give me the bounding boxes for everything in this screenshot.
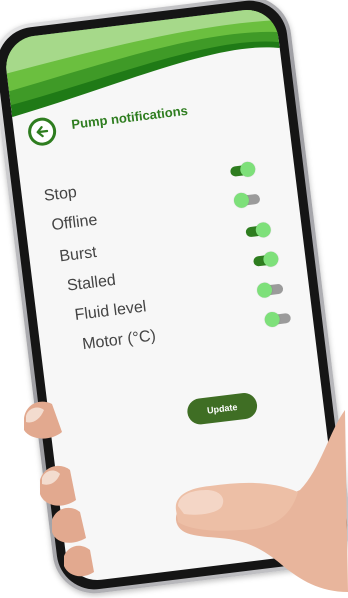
notification-toggle[interactable]: [252, 250, 280, 268]
app-screen: Pump notifications Stop Offline Burst Stall…: [2, 6, 342, 584]
toggle-knob: [263, 311, 281, 328]
notification-label: Stalled: [66, 271, 117, 295]
notification-label: Burst: [58, 243, 98, 266]
notification-toggle[interactable]: [233, 191, 261, 209]
toggle-knob: [262, 250, 280, 268]
notification-toggle[interactable]: [245, 221, 272, 239]
phone-bezel: Pump notifications Stop Offline Burst Stall…: [0, 0, 348, 594]
notification-toggle[interactable]: [229, 160, 257, 178]
toggle-knob: [256, 281, 273, 299]
notification-label: Motor (°C): [81, 327, 157, 354]
notification-label: Fluid level: [73, 298, 148, 324]
arrow-left-icon: [36, 126, 49, 138]
notification-label: Stop: [42, 183, 78, 205]
toggle-knob: [254, 221, 272, 239]
notification-toggle[interactable]: [256, 281, 284, 299]
toggle-knob: [239, 160, 257, 178]
notification-label: Offline: [50, 211, 99, 235]
notification-toggle[interactable]: [263, 311, 292, 328]
update-button[interactable]: Update: [185, 391, 259, 426]
toggle-knob: [233, 191, 250, 209]
phone-device: Pump notifications Stop Offline Burst Stall…: [0, 0, 348, 598]
